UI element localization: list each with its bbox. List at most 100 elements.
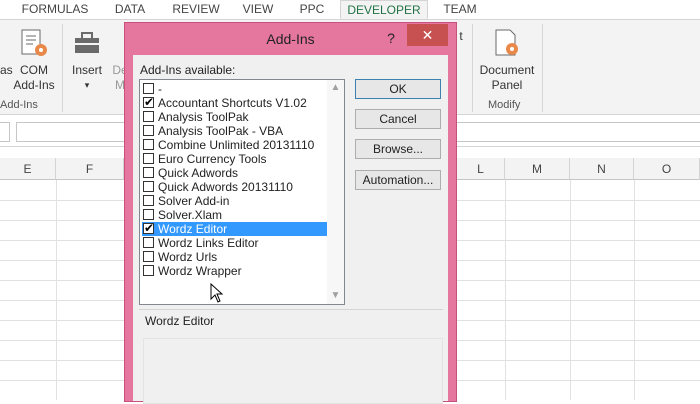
document-panel-icon: [495, 29, 518, 56]
tab-ppc[interactable]: PPC: [292, 0, 332, 19]
list-item[interactable]: Euro Currency Tools: [142, 152, 329, 166]
help-button[interactable]: ?: [381, 27, 401, 49]
list-item-label: Combine Unlimited 20131110: [158, 138, 315, 152]
ribbon-separator: [542, 24, 543, 112]
tab-review[interactable]: REVIEW: [168, 0, 224, 19]
toolbox-icon: [75, 32, 99, 53]
list-item[interactable]: Analysis ToolPak: [142, 110, 329, 124]
list-item-label: Accountant Shortcuts V1.02: [158, 96, 307, 110]
insert-label: Insert: [71, 63, 102, 77]
name-box[interactable]: [0, 122, 10, 142]
checkbox[interactable]: [143, 125, 154, 136]
grid-line: [634, 180, 635, 400]
list-item[interactable]: Wordz Urls: [142, 250, 329, 264]
ribbon-separator: [472, 24, 473, 112]
document-panel-label-1: Document: [479, 63, 535, 77]
description-box: [143, 338, 443, 404]
list-item-label: Quick Adwords: [158, 166, 239, 180]
list-item[interactable]: Quick Adwords: [142, 166, 329, 180]
tab-team[interactable]: TEAM: [436, 0, 484, 19]
list-item-label: Analysis ToolPak - VBA: [158, 124, 284, 138]
checkbox[interactable]: [143, 139, 154, 150]
list-item-label: Wordz Wrapper: [158, 264, 242, 278]
ribbon-partial-label: t: [459, 29, 463, 43]
mouse-cursor-icon: [210, 283, 224, 303]
list-item-label: Solver Add-in: [158, 194, 230, 208]
column-header-m[interactable]: M: [505, 158, 570, 180]
document-panel-label-2: Panel: [491, 78, 523, 92]
close-button[interactable]: ✕: [407, 24, 448, 46]
column-header-n[interactable]: N: [570, 158, 634, 180]
com-addins-button[interactable]: COM Add-Ins: [12, 26, 56, 92]
grid-line: [505, 180, 506, 400]
description-group: Wordz Editor: [139, 309, 443, 404]
list-item[interactable]: Wordz Wrapper: [142, 264, 329, 278]
browse-button[interactable]: Browse...: [355, 139, 441, 159]
modify-group-label: Modify: [488, 99, 521, 111]
list-item-selected[interactable]: ✔ Wordz Editor: [142, 221, 329, 236]
column-header-f[interactable]: F: [56, 158, 124, 180]
grid-line: [56, 180, 57, 400]
addins-group-label: Add-Ins: [0, 99, 38, 111]
list-item[interactable]: Analysis ToolPak - VBA: [142, 124, 329, 138]
list-item[interactable]: Wordz Links Editor: [142, 236, 329, 250]
column-header-e[interactable]: E: [0, 158, 56, 180]
checkbox[interactable]: ✔: [143, 221, 155, 235]
ribbon-partial-label: as: [0, 63, 13, 77]
checkbox[interactable]: [143, 209, 154, 220]
list-item-label: Euro Currency Tools: [158, 152, 267, 166]
list-item[interactable]: Quick Adwords 20131110: [142, 180, 329, 194]
list-item[interactable]: Solver.Xlam: [142, 208, 329, 222]
listbox-scrollbar[interactable]: ▲ ▼: [327, 80, 344, 304]
scroll-down-icon[interactable]: ▼: [327, 288, 344, 304]
list-item[interactable]: ✔ Accountant Shortcuts V1.02: [142, 95, 329, 110]
ribbon-separator: [62, 24, 63, 112]
com-addins-label-1: COM: [20, 63, 48, 77]
checkbox[interactable]: [143, 167, 154, 178]
description-title: Wordz Editor: [145, 314, 215, 328]
checkbox[interactable]: [143, 265, 154, 276]
tab-view[interactable]: VIEW: [236, 0, 280, 19]
addins-available-label: Add-Ins available:: [140, 63, 236, 77]
ok-button[interactable]: OK: [355, 79, 441, 99]
tab-formulas[interactable]: FORMULAS: [18, 0, 92, 19]
checkbox[interactable]: [143, 111, 154, 122]
ribbon-tab-bar: FORMULAS DATA REVIEW VIEW PPC DEVELOPER …: [0, 0, 700, 19]
checkbox[interactable]: ✔: [143, 95, 155, 109]
column-header-l[interactable]: L: [457, 158, 505, 180]
list-item-label: -: [158, 82, 162, 96]
dialog-body: Add-Ins available: - ✔ Accountant Shortcu…: [133, 55, 448, 404]
chevron-down-icon: ▾: [84, 80, 90, 90]
addins-dialog: Add-Ins ? ✕ Add-Ins available: - ✔ Accoun…: [124, 22, 457, 404]
list-item[interactable]: -: [142, 82, 329, 96]
list-item-label: Wordz Editor: [158, 222, 228, 236]
checkbox[interactable]: [143, 195, 154, 206]
com-addins-icon: [21, 29, 47, 56]
checkbox[interactable]: [143, 237, 154, 248]
close-icon: ✕: [421, 27, 434, 43]
com-addins-label-2: Add-Ins: [13, 78, 55, 92]
checkmark-icon: ✔: [144, 221, 155, 235]
scroll-up-icon[interactable]: ▲: [327, 80, 344, 96]
column-header-o[interactable]: O: [634, 158, 700, 180]
checkmark-icon: ✔: [144, 95, 155, 109]
checkbox[interactable]: [143, 181, 154, 192]
addins-listbox[interactable]: - ✔ Accountant Shortcuts V1.02 Analysis T…: [139, 79, 345, 305]
checkbox[interactable]: [143, 251, 154, 262]
list-item[interactable]: Combine Unlimited 20131110: [142, 138, 329, 152]
list-item[interactable]: Solver Add-in: [142, 194, 329, 208]
checkbox[interactable]: [143, 153, 154, 164]
checkbox[interactable]: [143, 83, 154, 94]
insert-controls-button[interactable]: Insert ▾: [68, 26, 106, 96]
document-panel-button[interactable]: Document Panel: [476, 26, 538, 92]
list-item-label: Wordz Urls: [158, 250, 218, 264]
list-item-label: Analysis ToolPak: [158, 110, 249, 124]
list-item-label: Solver.Xlam: [158, 208, 223, 222]
tab-developer[interactable]: DEVELOPER: [340, 0, 428, 19]
grid-line: [570, 180, 571, 400]
tab-data[interactable]: DATA: [105, 0, 155, 19]
automation-button[interactable]: Automation...: [355, 170, 441, 190]
list-item-label: Quick Adwords 20131110: [158, 180, 293, 194]
list-item-label: Wordz Links Editor: [158, 236, 259, 250]
cancel-button[interactable]: Cancel: [355, 109, 441, 129]
